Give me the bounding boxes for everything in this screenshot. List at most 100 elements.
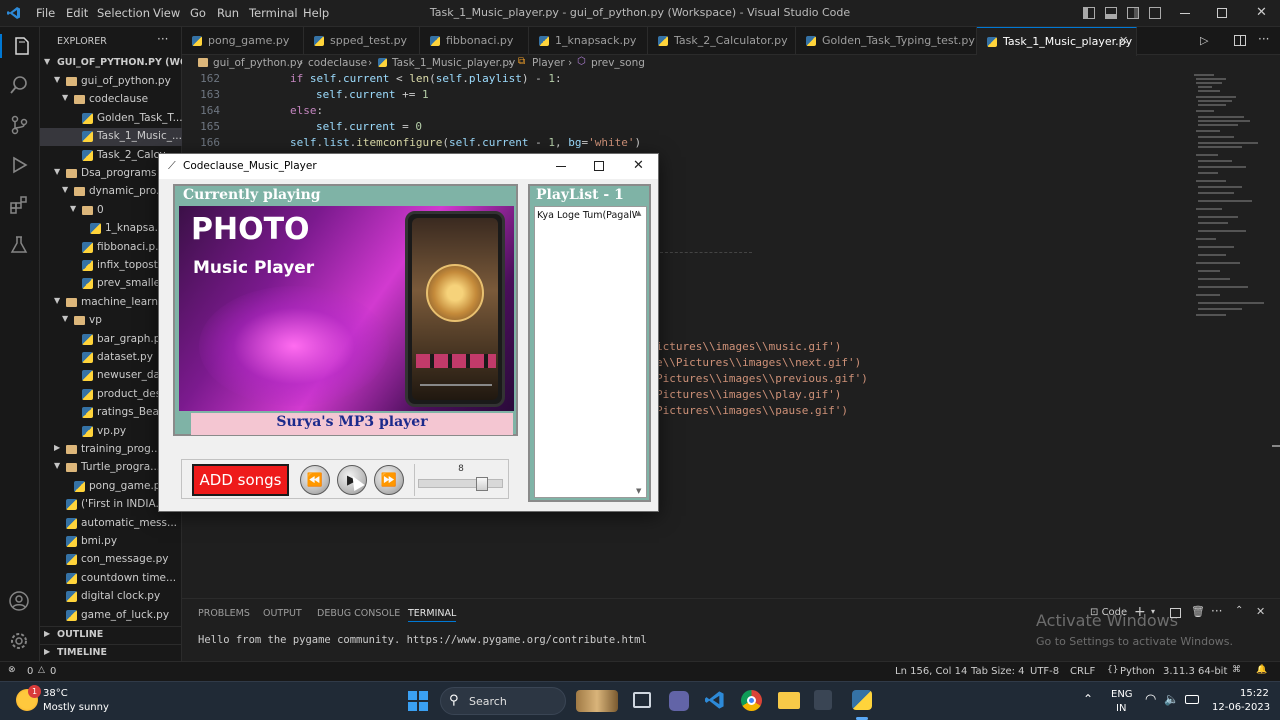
tree-folder[interactable]: ▼ codeclause [40, 91, 182, 109]
outline-section[interactable]: ▶ OUTLINE [40, 626, 182, 644]
teams-meet-icon[interactable] [669, 691, 689, 711]
toggle-sidebar-icon[interactable] [1083, 7, 1095, 19]
next-button[interactable]: ⏩ [372, 465, 406, 495]
tree-folder[interactable]: ▼ gui_of_python.py [40, 73, 182, 91]
close-tab-icon[interactable]: ✕ [1119, 34, 1128, 47]
tab-typing-test[interactable]: Golden_Task_Typing_test.py [796, 27, 977, 55]
tab-spped-test[interactable]: spped_test.py [304, 27, 420, 55]
tree-file[interactable]: game_of_luck.py [40, 607, 182, 625]
workspace-root[interactable]: ▼GUI_OF_PYTHON.PY (WOR... [40, 55, 182, 73]
show-hidden-icons[interactable]: ⌃ [1083, 692, 1093, 706]
tab-music-player[interactable]: Task_1_Music_player.py ✕ [977, 27, 1137, 56]
clock-date[interactable]: 12-06-2023 [1212, 702, 1270, 713]
tree-file[interactable]: automatic_mess... [40, 515, 182, 533]
run-file-icon[interactable]: ▷ [1200, 34, 1208, 47]
more-actions-icon[interactable]: ··· [157, 32, 168, 46]
source-control-icon[interactable] [8, 114, 32, 138]
tab-output[interactable]: OUTPUT [263, 608, 302, 619]
tree-file[interactable]: Golden_Task_T... [40, 110, 182, 128]
weather-description[interactable]: Mostly sunny [43, 702, 109, 713]
tab-pong-game[interactable]: pong_game.py [182, 27, 304, 55]
menu-go[interactable]: Go [190, 6, 206, 20]
timeline-section[interactable]: ▶ TIMELINE [40, 644, 182, 662]
tree-file[interactable]: con_message.py [40, 551, 182, 569]
breadcrumb-item[interactable]: gui_of_python.py [213, 57, 303, 69]
settings-gear-icon[interactable] [8, 630, 32, 654]
language-in[interactable]: IN [1116, 703, 1126, 714]
encoding[interactable]: UTF-8 [1030, 666, 1059, 677]
volume-icon[interactable]: 🔈 [1164, 692, 1179, 706]
terminal-profile[interactable]: ⊡ Code [1090, 607, 1127, 618]
chrome-icon[interactable] [741, 690, 762, 711]
menu-file[interactable]: File [36, 6, 55, 20]
minimize-icon[interactable] [1180, 13, 1190, 14]
editor-more-icon[interactable]: ··· [1258, 32, 1269, 46]
account-icon[interactable] [8, 590, 32, 614]
minimap[interactable] [1192, 72, 1274, 322]
file-explorer-icon[interactable] [778, 692, 800, 709]
tab-debug-console[interactable]: DEBUG CONSOLE [317, 608, 400, 619]
customize-layout-icon[interactable] [1149, 7, 1161, 19]
clock-time[interactable]: 15:22 [1240, 688, 1269, 699]
add-songs-button[interactable]: ADD songs [192, 464, 289, 496]
menu-view[interactable]: View [153, 6, 180, 20]
menu-help[interactable]: Help [303, 6, 329, 20]
language-eng[interactable]: ENG [1111, 689, 1133, 700]
terminal-dropdown-icon[interactable]: ▾ [1151, 607, 1155, 616]
warnings-count[interactable]: 0 [50, 666, 56, 677]
editor-scrollbar[interactable] [1272, 445, 1280, 447]
menu-edit[interactable]: Edit [66, 6, 88, 20]
breadcrumb-item[interactable]: prev_song [591, 57, 645, 69]
tab-calculator[interactable]: Task_2_Calculator.py [648, 27, 796, 55]
testing-icon[interactable] [8, 234, 32, 258]
split-editor-icon[interactable] [1234, 35, 1246, 46]
breadcrumb-item[interactable]: Player [532, 57, 565, 69]
line-ending[interactable]: CRLF [1070, 666, 1095, 677]
previous-button[interactable]: ⏪ [298, 465, 332, 495]
toggle-panel-icon[interactable] [1105, 7, 1117, 19]
terminal-output[interactable]: Hello from the pygame community. https:/… [198, 634, 647, 646]
menu-terminal[interactable]: Terminal [249, 6, 298, 20]
tab-terminal[interactable]: TERMINAL [408, 608, 457, 622]
kill-terminal-icon[interactable]: 🗑 [1191, 605, 1205, 618]
menu-run[interactable]: Run [217, 6, 239, 20]
tree-file[interactable]: digital clock.py [40, 588, 182, 606]
python-interpreter[interactable]: 3.11.3 64-bit [1163, 666, 1227, 677]
menu-selection[interactable]: Selection [97, 6, 150, 20]
battery-icon[interactable] [1185, 695, 1199, 704]
breadcrumb-item[interactable]: codeclause [308, 57, 367, 69]
playlist-listbox[interactable]: Kya Loge Tum(PagalW ▲ ▼ [534, 206, 647, 498]
panel-more-icon[interactable]: ··· [1211, 604, 1222, 618]
playlist-item[interactable]: Kya Loge Tum(PagalW [537, 210, 637, 221]
mp-minimize-icon[interactable] [556, 166, 566, 167]
widget-image-icon[interactable] [576, 690, 618, 712]
start-windows-icon[interactable] [408, 691, 428, 711]
wifi-icon[interactable]: ◠ [1145, 692, 1156, 707]
weather-temp[interactable]: 38°C [43, 688, 68, 699]
volume-slider[interactable]: 8 [414, 464, 506, 496]
language-mode[interactable]: Python [1120, 666, 1155, 677]
music-player-titlebar[interactable]: ⟋ Codeclause_Music_Player ✕ [159, 154, 658, 179]
tab-fibbonaci[interactable]: fibbonaci.py [420, 27, 529, 55]
tree-file[interactable]: Task_1_Music_... [40, 128, 182, 147]
cursor-position[interactable]: Ln 156, Col 14 [895, 666, 967, 677]
volume-thumb[interactable] [476, 477, 488, 491]
close-icon[interactable]: ✕ [1256, 5, 1267, 20]
scroll-up-icon[interactable]: ▲ [636, 209, 644, 217]
taskbar-search-box[interactable]: ⚲ Search [440, 687, 566, 715]
tab-size[interactable]: Tab Size: 4 [971, 666, 1025, 677]
tree-file[interactable]: bmi.py [40, 533, 182, 551]
feedback-icon[interactable]: ⌘ [1232, 665, 1241, 675]
maximize-panel-icon[interactable]: ⌃ [1235, 605, 1243, 616]
errors-count[interactable]: 0 [27, 666, 33, 677]
tab-problems[interactable]: PROBLEMS [198, 608, 250, 619]
volume-track[interactable] [418, 477, 503, 491]
vscode-taskbar-icon[interactable] [705, 690, 725, 710]
notifications-bell-icon[interactable]: 🔔 [1256, 665, 1267, 675]
run-debug-icon[interactable] [8, 154, 32, 178]
python-app-icon[interactable] [852, 690, 872, 710]
mp-close-icon[interactable]: ✕ [633, 158, 644, 173]
restore-icon[interactable] [1217, 8, 1227, 18]
toggle-secondary-sidebar-icon[interactable] [1127, 7, 1139, 19]
tree-file[interactable]: countdown time... [40, 570, 182, 588]
